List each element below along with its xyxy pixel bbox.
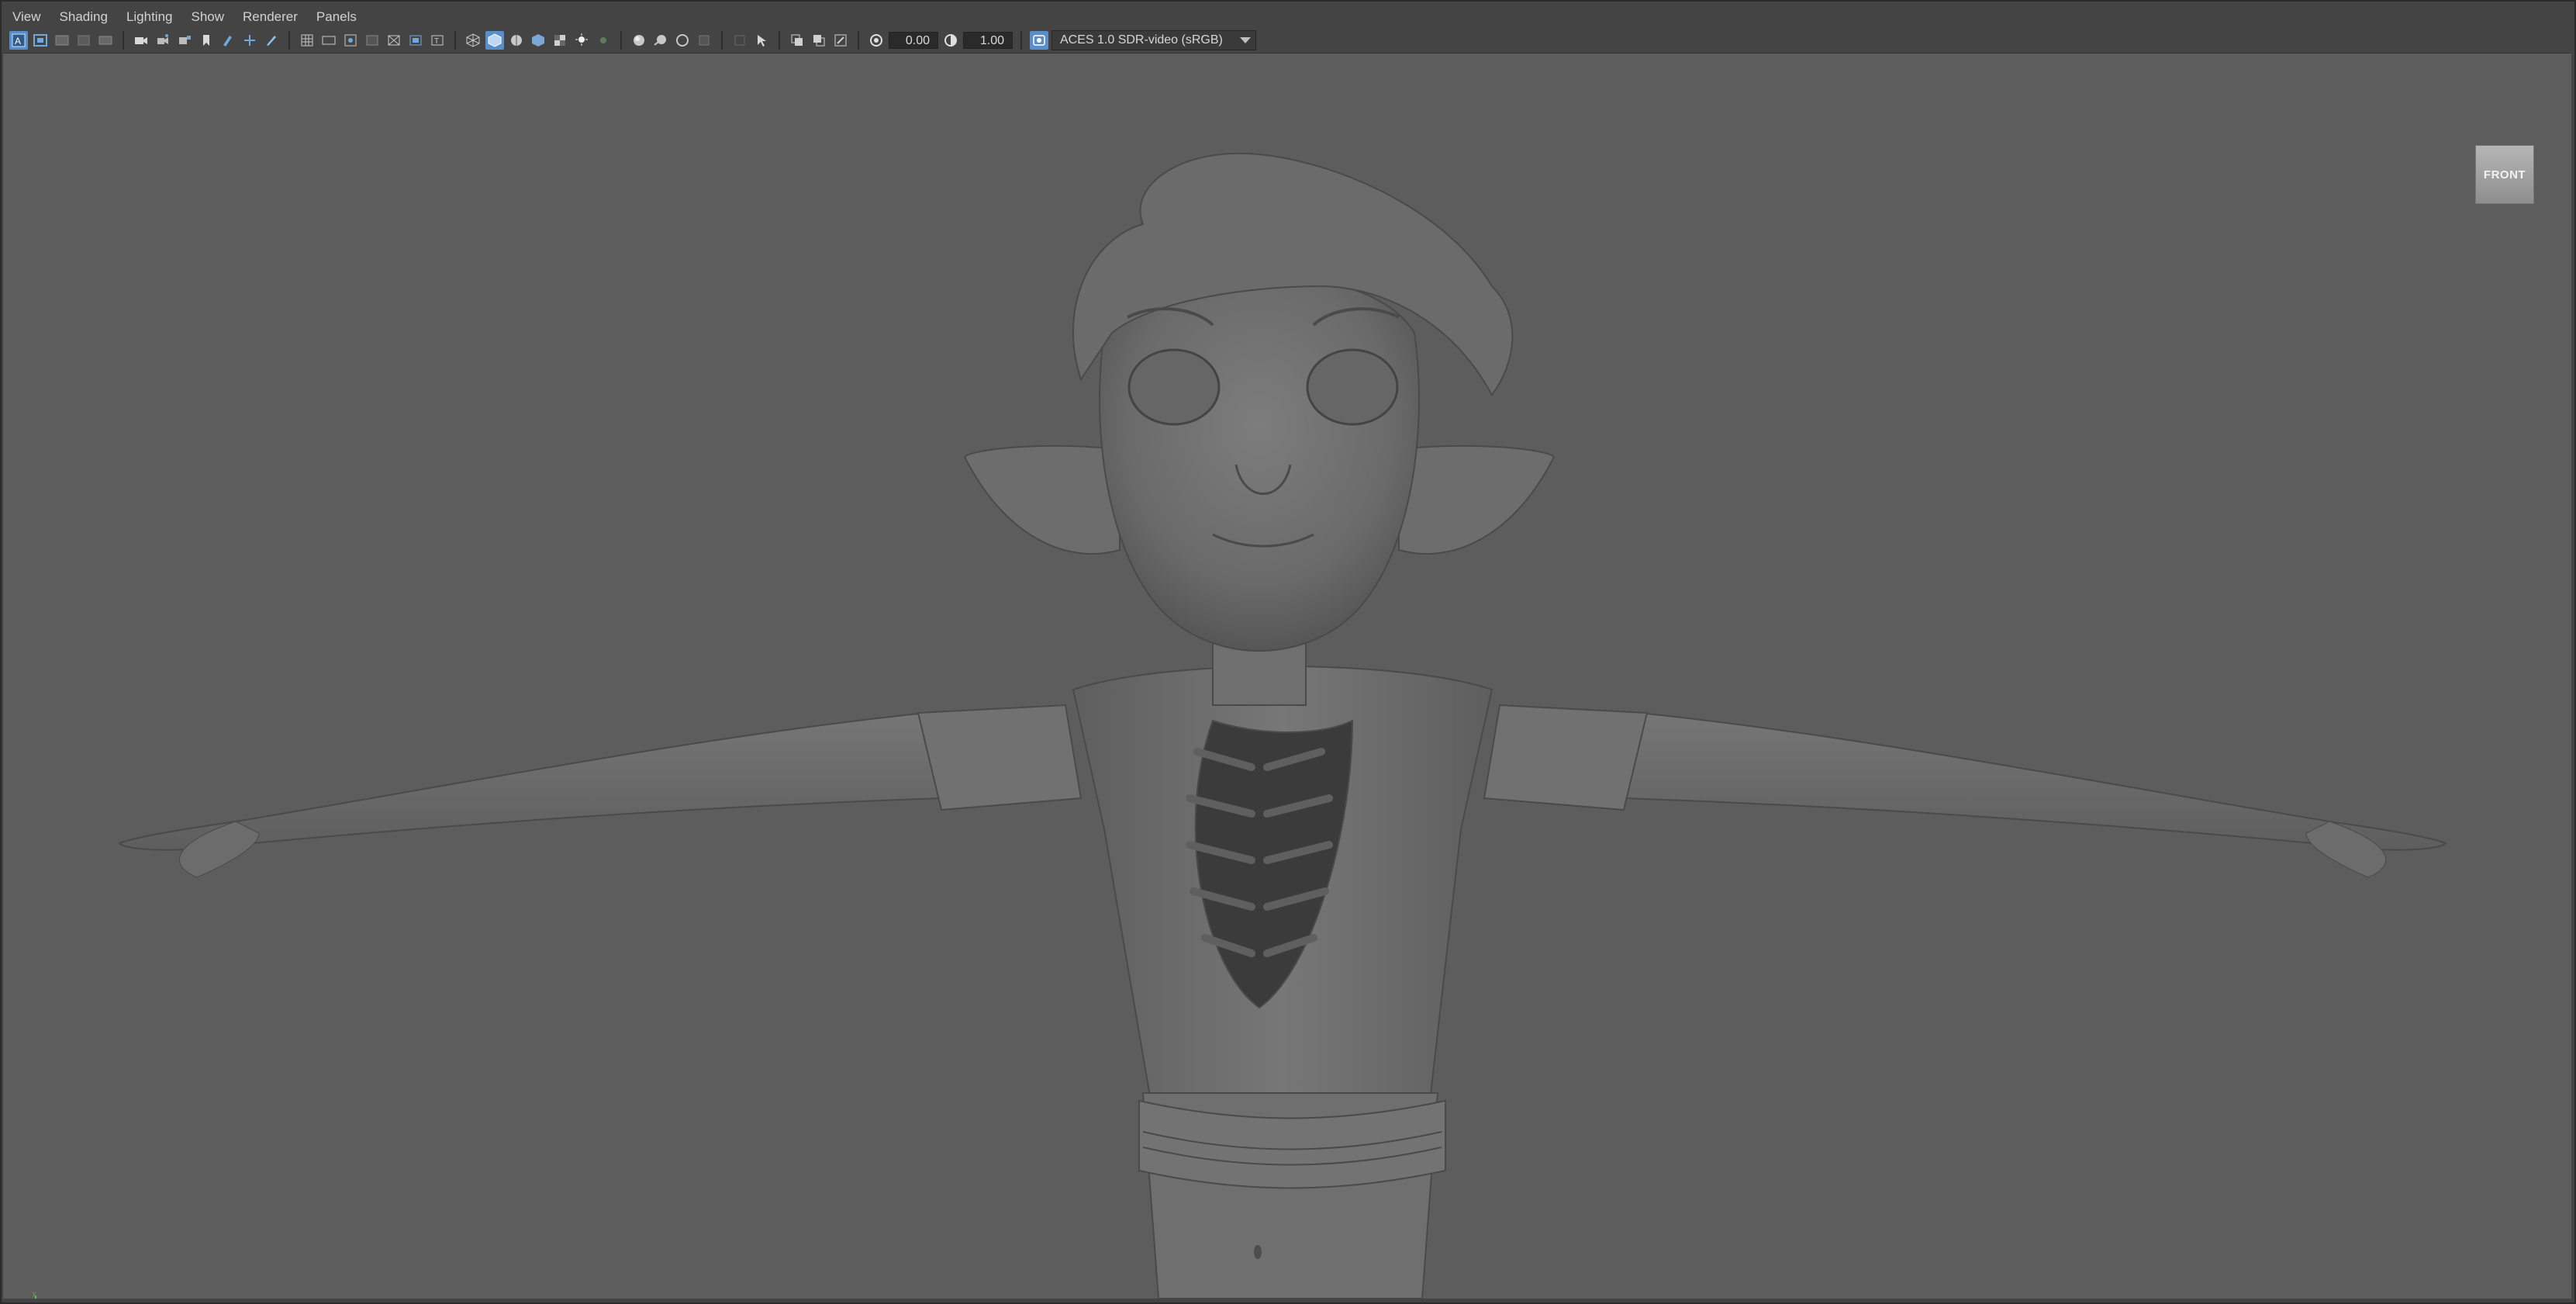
xray-icon[interactable] — [730, 31, 749, 50]
screen-space-ao-icon[interactable] — [630, 31, 648, 50]
motion-blur-icon[interactable] — [651, 31, 670, 50]
smooth-shade-icon[interactable] — [485, 31, 504, 50]
menu-view[interactable]: View — [3, 9, 50, 25]
toolbar-separator — [721, 31, 723, 50]
viewport-3d[interactable]: FRONT y x persp — [3, 53, 2571, 1299]
2d-pan-icon[interactable] — [240, 31, 259, 50]
gamma-field[interactable]: 1.00 — [963, 32, 1013, 49]
field-chart-icon[interactable] — [385, 31, 403, 50]
color-management-dropdown[interactable]: ACES 1.0 SDR-video (sRGB) — [1051, 30, 1256, 50]
camera-attributes-icon[interactable] — [31, 31, 50, 50]
panel-toolbar: A T 0.00 1.00 ACES 1.0 SDR-video (sRGB) — [3, 28, 2573, 53]
backface-culling-icon[interactable] — [831, 31, 850, 50]
menu-panels[interactable]: Panels — [307, 9, 366, 25]
svg-text:y: y — [33, 1291, 36, 1297]
toolbar-separator — [779, 31, 780, 50]
bookmark-icon[interactable] — [197, 31, 216, 50]
svg-text:A: A — [15, 36, 21, 47]
ambient-occlusion-icon[interactable] — [594, 31, 613, 50]
grease-pencil-icon[interactable] — [219, 31, 237, 50]
depth-of-field-icon[interactable] — [695, 31, 713, 50]
svg-text:T: T — [434, 37, 439, 46]
gate-mask-icon[interactable] — [363, 31, 382, 50]
shadows-icon[interactable] — [572, 31, 591, 50]
2d-pan-zoom-icon[interactable] — [96, 31, 115, 50]
film-gate-icon[interactable] — [319, 31, 338, 50]
bookmarks-icon[interactable] — [53, 31, 71, 50]
grid-icon[interactable] — [298, 31, 316, 50]
color-management-toggle-icon[interactable] — [1030, 31, 1048, 50]
safe-title-icon[interactable]: T — [428, 31, 447, 50]
toolbar-separator — [620, 31, 622, 50]
resolution-gate-icon[interactable] — [341, 31, 360, 50]
viewcube-front[interactable]: FRONT — [2475, 145, 2534, 204]
pen-icon[interactable] — [262, 31, 281, 50]
axis-gizmo-icon: y x — [33, 1291, 36, 1299]
color-management-value: ACES 1.0 SDR-video (sRGB) — [1060, 33, 1223, 47]
panel-menubar: View Shading Lighting Show Renderer Pane… — [3, 5, 2573, 29]
select-camera-icon[interactable]: A — [9, 31, 28, 50]
gamma-icon[interactable] — [941, 31, 960, 50]
menu-lighting[interactable]: Lighting — [117, 9, 182, 25]
safe-action-icon[interactable] — [406, 31, 425, 50]
wireframe-on-shaded-icon[interactable] — [507, 31, 526, 50]
menu-renderer[interactable]: Renderer — [233, 9, 307, 25]
anti-alias-icon[interactable] — [673, 31, 692, 50]
exposure-field[interactable]: 0.00 — [889, 32, 938, 49]
camera-icon[interactable] — [132, 31, 150, 50]
image-plane-icon[interactable] — [74, 31, 93, 50]
character-model — [118, 152, 2447, 1299]
isolate-select-icon[interactable] — [752, 31, 771, 50]
toolbar-separator — [288, 31, 290, 50]
xray-active-icon[interactable] — [810, 31, 828, 50]
menu-shading[interactable]: Shading — [50, 9, 117, 25]
chevron-down-icon — [1240, 37, 1251, 43]
exposure-icon[interactable] — [867, 31, 886, 50]
toolbar-separator — [454, 31, 456, 50]
wireframe-icon[interactable] — [464, 31, 482, 50]
toolbar-separator — [123, 31, 124, 50]
xray-joints-icon[interactable] — [788, 31, 806, 50]
menu-show[interactable]: Show — [182, 9, 234, 25]
default-lighting-icon[interactable] — [551, 31, 569, 50]
camera-attr-icon[interactable] — [175, 31, 194, 50]
toolbar-separator — [858, 31, 859, 50]
textured-icon[interactable] — [529, 31, 547, 50]
toolbar-separator — [1020, 31, 1022, 50]
lock-camera-icon[interactable] — [154, 31, 172, 50]
